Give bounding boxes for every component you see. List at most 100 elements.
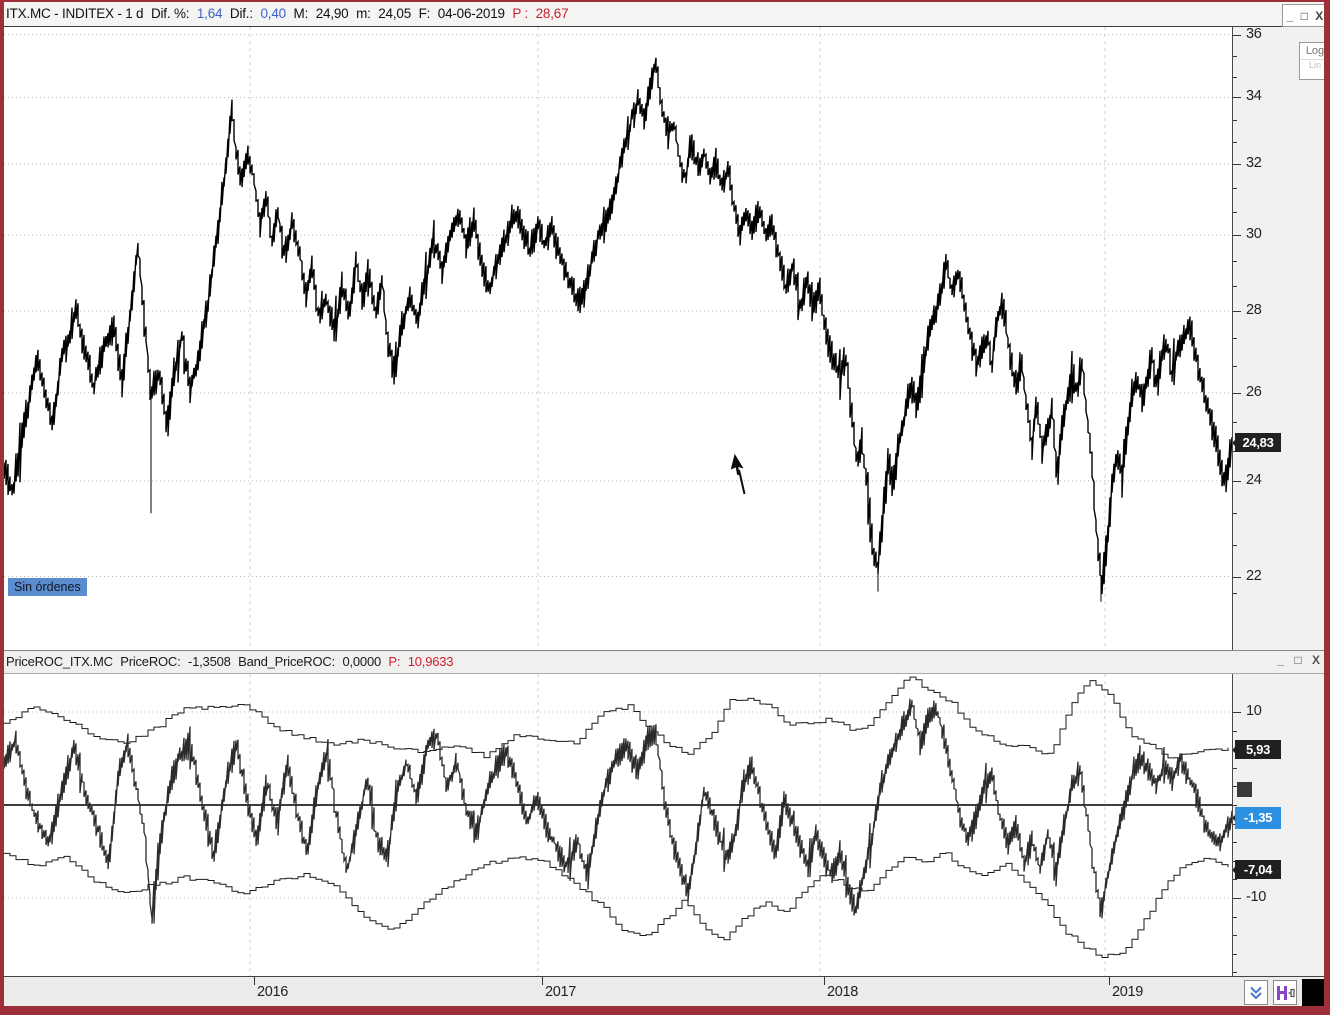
roc-value-badge: -7,04 [1233,860,1281,879]
roc-minimize-button[interactable]: _ [1277,653,1284,667]
window-controls: _ □ X [1282,4,1324,27]
high-label: M: [293,6,309,21]
band-zero-marker [1237,782,1252,797]
price-axis[interactable]: Log Lin 36 34 32 30 28 26 24 22 24,83 [1232,27,1324,650]
save-template-button[interactable] [1273,980,1297,1005]
band-value: 0,0000 [342,654,381,669]
price-tick [1233,393,1241,394]
price-tick-minor [1233,366,1237,367]
roc-tick-minor [1233,935,1237,936]
price-tick-minor [1233,338,1237,339]
low-value: 24,05 [378,6,412,21]
year-tick [1109,977,1110,985]
roc-panel: 10 -10 5,93 -1,35 -7,04 [4,674,1324,976]
price-tick-label: 28 [1246,302,1262,318]
low-label: m: [356,6,371,21]
roc-tick-minor [1233,731,1237,732]
roc-maximize-button[interactable]: □ [1294,653,1301,667]
price-tick [1233,577,1241,578]
price-tick [1233,164,1241,165]
price-tick-minor [1233,142,1237,143]
roc-window-controls: _ □ X [1270,653,1320,667]
double-chevron-down-icon [1250,986,1262,999]
price-tick [1233,311,1241,312]
roc-axis[interactable]: 10 -10 5,93 -1,35 -7,04 [1232,674,1324,976]
year-label: 2017 [545,984,577,1000]
maximize-button[interactable]: □ [1301,7,1308,25]
roc-tick-minor [1233,917,1237,918]
year-label: 2018 [827,984,859,1000]
price-tick-label: 22 [1246,568,1262,584]
price-tick-minor [1233,593,1237,594]
price-tick-label: 30 [1246,226,1262,242]
last-price-badge: 24,83 [1233,433,1281,452]
price-tick-minor [1233,422,1237,423]
roc-tick-label: -10 [1246,889,1267,905]
roc-close-button[interactable]: X [1312,653,1320,667]
bottom-toolbar [1244,979,1324,1006]
year-tick [824,977,825,985]
roc-indicator-name: PriceROC_ITX.MC [6,654,113,669]
roc-tick-minor [1233,972,1237,973]
roc-tick-minor [1233,954,1237,955]
roc-tick-minor [1233,805,1237,806]
no-orders-label: Sin órdenes [8,578,87,596]
time-axis[interactable]: 2016 2017 2018 2019 [4,976,1324,1006]
dif-pct-value: 1,64 [196,6,223,21]
price-tick-minor [1233,261,1237,262]
price-tick-minor [1233,286,1237,287]
price-tick-label: 32 [1246,155,1262,171]
roc-tick-minor [1233,768,1237,769]
chart-window: ITX.MC - INDITEX - 1 d Dif. %: 1,64 Dif.… [0,0,1330,1015]
roc-tick [1233,712,1241,713]
year-label: 2016 [257,984,289,1000]
price-tick-minor [1233,77,1237,78]
price-tick-label: 26 [1246,384,1262,400]
lin-scale-label: Lin [1300,59,1324,70]
log-scale-label: Log [1305,45,1324,57]
roc-tick-minor [1233,879,1237,880]
price-tick-minor [1233,120,1237,121]
roc-value: -1,3508 [187,654,231,669]
roc-label: PriceROC: [120,654,181,669]
close-button[interactable]: X [1315,7,1323,25]
dif-pct-label: Dif. %: [150,6,190,21]
floppy-disk-icon [1277,985,1295,1000]
color-swatch-button[interactable] [1302,979,1324,1006]
roc-indicator-info: PriceROC_ITX.MC PriceROC: -1,3508 Band_P… [6,654,457,669]
price-tick-minor [1233,545,1237,546]
titlebar[interactable]: ITX.MC - INDITEX - 1 d Dif. %: 1,64 Dif.… [4,2,1324,27]
price-tick-minor [1233,513,1237,514]
roc-p-label: P: [388,654,401,669]
price-tick [1233,235,1241,236]
log-scale-button[interactable]: Log Lin [1299,42,1324,80]
price-tick-minor [1233,212,1237,213]
roc-value-badge: 5,93 [1233,740,1281,759]
roc-tick-minor [1233,842,1237,843]
price-tick-label: 24 [1246,472,1262,488]
roc-panel-header: PriceROC_ITX.MC PriceROC: -1,3508 Band_P… [4,650,1324,674]
dif-value: 0,40 [260,6,286,21]
symbol-label: ITX.MC - INDITEX - 1 d [6,6,144,21]
roc-p-value: 10,9633 [407,654,454,669]
roc-chart-canvas[interactable] [4,674,1232,976]
price-panel: Log Lin 36 34 32 30 28 26 24 22 24,83 Sin órdene… [4,27,1324,650]
price-tick [1233,35,1241,36]
high-value: 24,90 [315,6,349,21]
last-price-label: P : [512,6,529,21]
push-pin-icon [1288,988,1295,997]
price-tick-minor [1233,56,1237,57]
roc-value-badge: -1,35 [1233,807,1281,829]
roc-tick [1233,898,1241,899]
symbol-info: ITX.MC - INDITEX - 1 d Dif. %: 1,64 Dif.… [6,6,572,21]
last-price-value: 28,67 [535,6,569,21]
compress-scale-button[interactable] [1244,980,1268,1005]
price-tick [1233,481,1241,482]
price-tick-label: 36 [1246,27,1262,42]
date-label: F: [418,6,431,21]
date-value: 04-06-2019 [437,6,505,21]
minimize-button[interactable]: _ [1287,7,1294,25]
price-chart-canvas[interactable] [4,27,1232,650]
price-tick [1233,97,1241,98]
price-tick-minor [1233,188,1237,189]
